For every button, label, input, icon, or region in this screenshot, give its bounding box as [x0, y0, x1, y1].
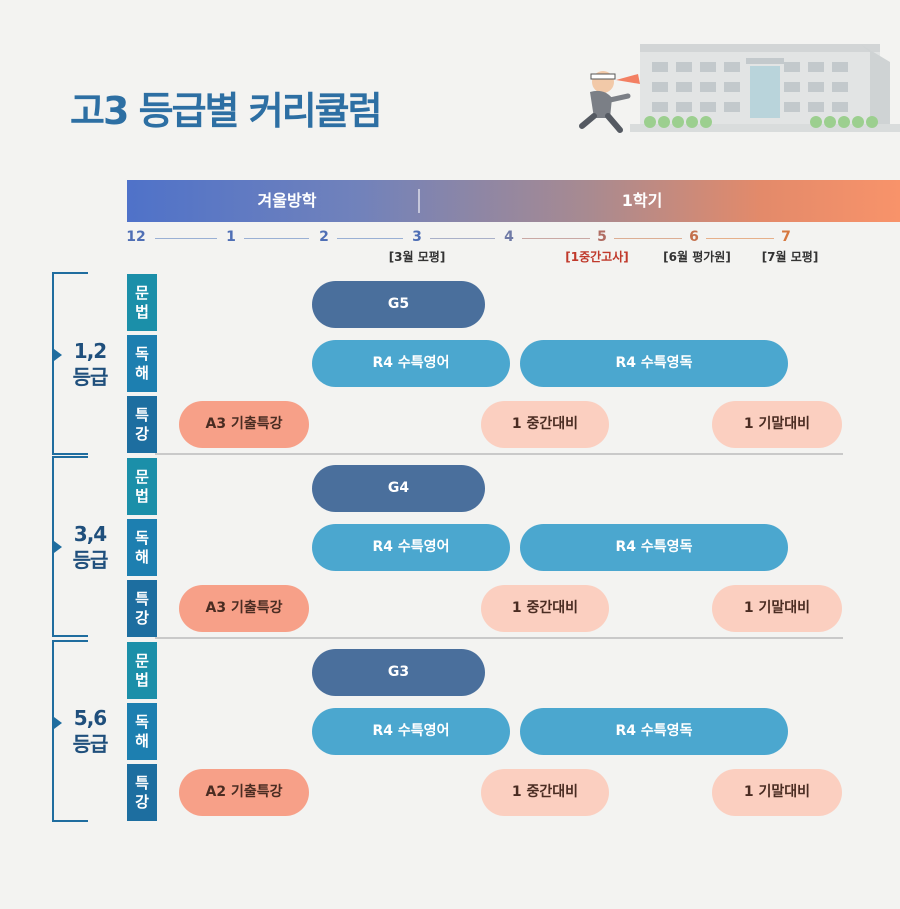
month-label: 5: [597, 229, 607, 245]
category-special: 특강: [127, 396, 157, 453]
category-reading: 독해: [127, 703, 157, 760]
course-past-exam-special[interactable]: A3 기출특강: [179, 585, 309, 632]
timeline-segment: [337, 238, 403, 239]
timeline-segment: [706, 238, 774, 239]
group-label-5-6: 5,6 등급: [72, 706, 109, 756]
group-arrow-icon: [54, 717, 62, 729]
term-divider: [418, 189, 420, 213]
term-winter-break: 겨울방학: [257, 191, 317, 210]
course-midterm-prep[interactable]: 1 중간대비: [481, 585, 609, 632]
course-final-prep[interactable]: 1 기말대비: [712, 769, 842, 816]
course-reading-suteuk-reading[interactable]: R4 수특영독: [520, 708, 788, 755]
month-label: 2: [319, 229, 329, 245]
group-arrow-icon: [54, 349, 62, 361]
month-label: 4: [504, 229, 514, 245]
month-label: 1: [226, 229, 236, 245]
group-separator: [155, 637, 843, 639]
course-midterm-prep[interactable]: 1 중간대비: [481, 401, 609, 448]
term-first-semester: 1학기: [621, 191, 663, 210]
timeline-segment: [155, 238, 217, 239]
term-timeline-bar: [127, 180, 900, 222]
course-reading-suteuk-english[interactable]: R4 수특영어: [312, 708, 510, 755]
category-reading: 독해: [127, 519, 157, 576]
category-grammar: 문법: [127, 458, 157, 515]
school-illustration: [579, 44, 900, 133]
course-past-exam-special[interactable]: A3 기출특강: [179, 401, 309, 448]
course-final-prep[interactable]: 1 기말대비: [712, 585, 842, 632]
course-final-prep[interactable]: 1 기말대비: [712, 401, 842, 448]
course-reading-suteuk-english[interactable]: R4 수특영어: [312, 340, 510, 387]
course-reading-suteuk-reading[interactable]: R4 수특영독: [520, 524, 788, 571]
category-special: 특강: [127, 580, 157, 637]
timeline-segment: [522, 238, 590, 239]
event-midterm: [1중간고사]: [565, 250, 629, 264]
category-special: 특강: [127, 764, 157, 821]
event-march-mock: [3월 모평]: [388, 250, 446, 264]
month-label: 7: [781, 229, 791, 245]
month-label: 3: [412, 229, 422, 245]
page-title: 고3 등급별 커리큘럼: [70, 89, 383, 133]
course-grammar[interactable]: G5: [312, 281, 485, 328]
group-label-1-2: 1,2 등급: [72, 339, 109, 389]
course-reading-suteuk-english[interactable]: R4 수특영어: [312, 524, 510, 571]
month-label: 6: [689, 229, 699, 245]
timeline-segment: [244, 238, 309, 239]
course-midterm-prep[interactable]: 1 중간대비: [481, 769, 609, 816]
course-past-exam-special[interactable]: A2 기출특강: [179, 769, 309, 816]
group-arrow-icon: [54, 541, 62, 553]
month-label: 12: [126, 229, 146, 245]
group-separator: [155, 453, 843, 455]
event-july-mock: [7월 모평]: [761, 250, 819, 264]
category-reading: 독해: [127, 335, 157, 392]
category-grammar: 문법: [127, 274, 157, 331]
group-label-3-4: 3,4 등급: [72, 522, 109, 572]
course-grammar[interactable]: G4: [312, 465, 485, 512]
category-grammar: 문법: [127, 642, 157, 699]
event-june-mock: [6월 평가원]: [663, 250, 731, 264]
timeline-segment: [614, 238, 682, 239]
course-grammar[interactable]: G3: [312, 649, 485, 696]
course-reading-suteuk-reading[interactable]: R4 수특영독: [520, 340, 788, 387]
timeline-segment: [430, 238, 495, 239]
